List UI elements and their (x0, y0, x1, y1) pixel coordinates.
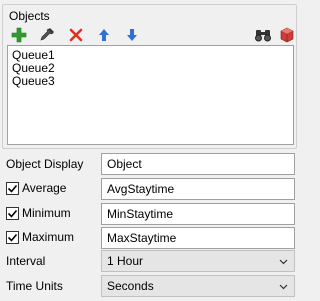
move-up-icon (99, 29, 109, 41)
delete-icon (69, 28, 83, 42)
object-display-label: Object Display (6, 157, 84, 171)
objects-group-title: Objects (9, 9, 50, 23)
interval-dropdown[interactable]: 1 Hour (101, 250, 295, 272)
time-units-value: Seconds (107, 279, 154, 293)
minimum-field[interactable]: MinStaytime (101, 203, 295, 225)
add-button[interactable] (9, 25, 29, 45)
maximum-field[interactable]: MaxStaytime (101, 227, 295, 249)
minimum-checkbox[interactable] (6, 206, 19, 220)
move-up-button[interactable] (94, 25, 114, 45)
time-units-dropdown[interactable]: Seconds (101, 275, 295, 297)
cube-icon (280, 27, 294, 43)
average-label[interactable]: Average (22, 181, 66, 195)
interval-row: Interval 1 Hour (0, 250, 300, 274)
find-button[interactable] (253, 25, 273, 45)
find-icon (255, 30, 271, 42)
move-down-icon (127, 29, 137, 41)
maximum-row: Maximum MaxStaytime (0, 227, 300, 251)
delete-button[interactable] (66, 25, 86, 45)
time-units-row: Time Units Seconds (0, 275, 300, 299)
checkmark-icon (7, 209, 18, 218)
view-3d-button[interactable] (277, 25, 297, 45)
average-checkbox[interactable] (6, 181, 19, 195)
chevron-down-icon (279, 284, 288, 290)
interval-label: Interval (6, 254, 46, 268)
maximum-checkbox[interactable] (6, 230, 19, 244)
add-icon (11, 27, 27, 43)
objects-list[interactable]: Queue1 Queue2 Queue3 (7, 45, 294, 145)
maximum-label[interactable]: Maximum (22, 230, 74, 244)
sample-button[interactable] (37, 25, 57, 45)
time-units-label: Time Units (6, 279, 63, 293)
checkmark-icon (7, 184, 18, 193)
checkmark-icon (7, 233, 18, 242)
objects-group: Objects Queue1 Queue2 Queue3 (2, 4, 297, 149)
chevron-down-icon (279, 259, 288, 265)
average-row: Average AvgStaytime (0, 178, 300, 202)
average-field[interactable]: AvgStaytime (101, 178, 295, 200)
minimum-label[interactable]: Minimum (22, 206, 71, 220)
object-display-row: Object Display Object (0, 153, 300, 177)
eyedropper-icon (40, 28, 54, 41)
minimum-row: Minimum MinStaytime (0, 203, 300, 227)
objects-toolbar (3, 24, 296, 46)
list-item-queue3[interactable]: Queue3 (8, 75, 293, 88)
interval-value: 1 Hour (107, 254, 144, 268)
move-down-button[interactable] (122, 25, 142, 45)
object-display-field[interactable]: Object (101, 153, 295, 175)
